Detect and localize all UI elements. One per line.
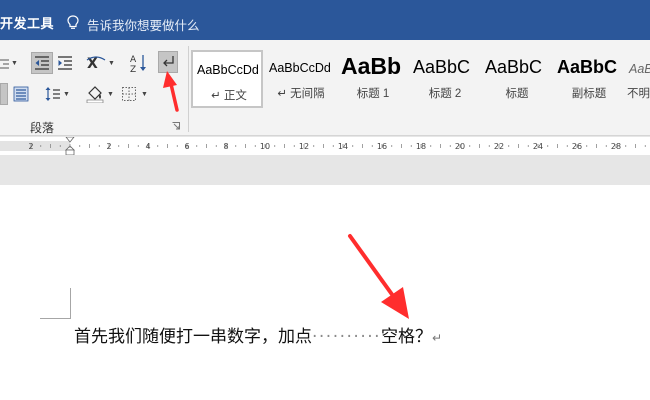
ruler-tick-label: 26 <box>572 142 582 151</box>
increase-indent-icon[interactable] <box>57 55 73 71</box>
svg-text:X: X <box>87 56 98 71</box>
decrease-indent-button[interactable] <box>31 52 53 74</box>
ruler-tick-label: 2 <box>106 142 111 151</box>
styles-gallery: AaBbCcDd ↵ 正文 AaBbCcDd ↵ 无间隔 AaBb 标题 1 A… <box>190 50 650 108</box>
ruler-tick-label: 20 <box>455 142 465 151</box>
ruler-tick-label: 22 <box>494 142 504 151</box>
ruler-tick-label: 14 <box>338 142 348 151</box>
style-sample: AaBbCcDd <box>269 61 331 75</box>
ruler-tick-label: 24 <box>533 142 543 151</box>
group-separator <box>188 46 189 132</box>
document-page[interactable] <box>0 185 650 400</box>
style-name: 副标题 <box>571 88 607 100</box>
ruler-tick-label: 10 <box>260 142 270 151</box>
paragraph-mark: ↵ <box>432 331 443 345</box>
svg-text:Z: Z <box>130 65 136 73</box>
style-sample: AaBbCcDd <box>197 63 259 77</box>
space-marks: ·········· <box>312 327 382 347</box>
lightbulb-icon <box>67 15 79 29</box>
margin-corner-mark <box>70 288 71 319</box>
style-sample: AaBb <box>629 62 650 76</box>
return-arrow-icon <box>163 56 174 67</box>
ruler-tick-label: 28 <box>611 142 621 151</box>
horizontal-ruler[interactable]: 224681012141618202224262830 <box>0 136 650 156</box>
ruler-tick-label: 2 <box>28 142 33 151</box>
style-name: 不明 <box>627 88 650 100</box>
ruler-tick-label: 18 <box>416 142 426 151</box>
left-indent-marker[interactable] <box>65 149 75 156</box>
svg-text:A: A <box>130 55 137 65</box>
chevron-down-icon[interactable]: ▼ <box>11 60 18 67</box>
align-right-button[interactable] <box>0 83 8 105</box>
style-name: ↵ 正文 <box>211 90 247 102</box>
style-heading-1[interactable]: AaBb 标题 1 <box>337 50 409 108</box>
style-sample: AaBbC <box>413 57 471 77</box>
style-sample: AaBbC <box>485 57 543 77</box>
style-normal[interactable]: AaBbCcDd ↵ 正文 <box>191 50 263 108</box>
margin-corner-mark <box>40 318 71 319</box>
chevron-down-icon[interactable]: ▼ <box>107 91 114 98</box>
title-bar: 开发工具 告诉我你想要做什么 <box>0 0 650 40</box>
dialog-launcher-icon[interactable] <box>172 122 180 130</box>
style-no-spacing[interactable]: AaBbCcDd ↵ 无间隔 <box>265 50 337 108</box>
ruler-tick-label: 4 <box>145 142 150 151</box>
tab-developer[interactable]: 开发工具 <box>0 13 54 32</box>
sort-icon[interactable]: A Z <box>130 53 148 73</box>
tell-me-search[interactable]: 告诉我你想要做什么 <box>87 15 200 34</box>
document-paragraph[interactable]: 首先我们随便打一串数字，加点··········空格？↵ <box>74 322 442 347</box>
ruler-tick-label: 8 <box>223 142 228 151</box>
style-subtle-emphasis[interactable]: AaBb 不明 <box>625 50 650 108</box>
show-hide-marks-button[interactable] <box>158 51 178 73</box>
style-name: ↵ 无间隔 <box>277 88 325 100</box>
ruler-gutter <box>0 158 650 185</box>
style-subtitle[interactable]: AaBbC 副标题 <box>553 50 625 108</box>
borders-icon[interactable] <box>121 86 137 102</box>
justify-icon[interactable] <box>13 86 29 102</box>
chevron-down-icon[interactable]: ▼ <box>108 60 115 67</box>
text-digits: 首先我们随便打一串数字，加点 <box>74 327 312 347</box>
ruler-tick-label: 12 <box>299 142 309 151</box>
decrease-indent-icon <box>35 56 49 70</box>
chevron-down-icon[interactable]: ▼ <box>141 91 148 98</box>
text-spaces: 空格？ <box>381 327 433 347</box>
shading-icon[interactable] <box>86 85 104 103</box>
ruler-tick-label: 16 <box>377 142 387 151</box>
style-sample: AaBbC <box>557 57 618 77</box>
line-spacing-icon[interactable] <box>44 86 60 102</box>
style-name: 标题 2 <box>428 88 462 100</box>
chinese-layout-icon[interactable]: X <box>86 55 106 71</box>
chevron-down-icon[interactable]: ▼ <box>63 91 70 98</box>
ruler-scale: 224681012141618202224262830 <box>0 136 650 156</box>
style-sample: AaBb <box>341 53 402 79</box>
style-heading-2[interactable]: AaBbC 标题 2 <box>409 50 481 108</box>
ribbon: ▼ X ▼ A Z ▼ ▼ ▼ 段落 AaBbCcDd ↵ 正文 AaBbCcD… <box>0 40 650 136</box>
style-title[interactable]: AaBbC 标题 <box>481 50 553 108</box>
multilevel-list-icon[interactable] <box>0 56 10 72</box>
ruler-tick-label: 6 <box>184 142 189 151</box>
paragraph-group-label: 段落 <box>30 121 55 135</box>
style-name: 标题 <box>505 88 529 100</box>
style-name: 标题 1 <box>356 88 390 100</box>
